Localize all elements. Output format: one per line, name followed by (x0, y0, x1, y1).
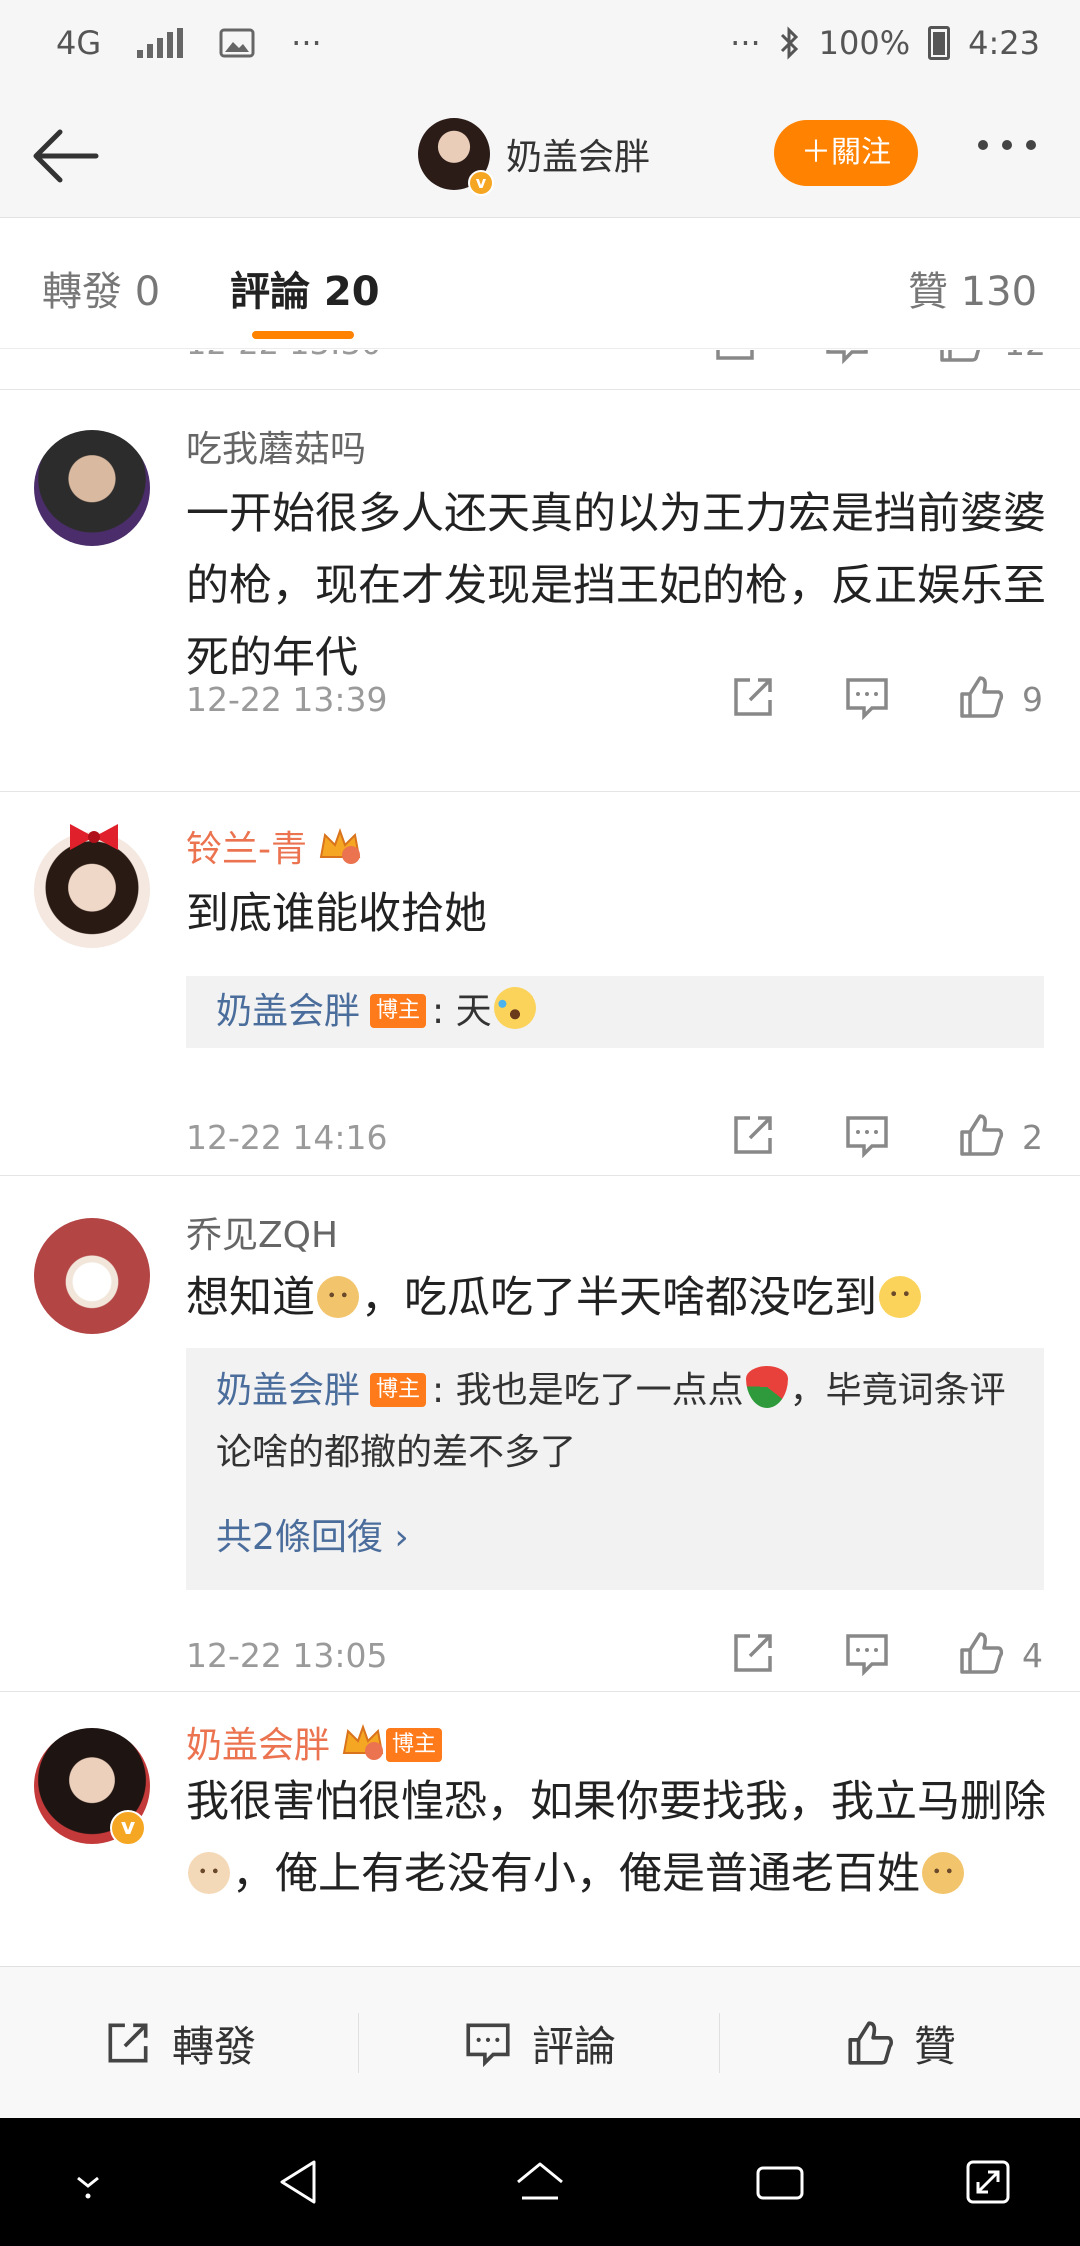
comment-time: 12-22 13:05 (186, 1636, 388, 1675)
comment-time: 12-22 14:16 (186, 1118, 388, 1157)
comment-icon[interactable] (822, 350, 872, 366)
home-icon[interactable] (510, 2152, 570, 2212)
comment-icon[interactable] (842, 672, 892, 722)
back-arrow-icon[interactable] (26, 116, 106, 196)
cat-emoji-icon (188, 1852, 230, 1894)
reply-text: : 天 (432, 991, 492, 1032)
comment-list[interactable]: 12-22 13:30 12 吃我蘑菇吗 一开始很多人还天真的以为王力宏是挡前婆… (0, 350, 1080, 1966)
reply-text: : 我也是吃了一点点 (432, 1370, 744, 1411)
comment-label: 評論 (531, 2021, 616, 2071)
comment-text: 到底谁能收拾她 (186, 889, 487, 939)
red-bow-icon (70, 824, 118, 850)
follow-button[interactable]: ＋關注 (774, 120, 918, 186)
reply-box[interactable]: 奶盖会胖 博主: 天 (186, 976, 1044, 1048)
more-dots: ··· (730, 24, 761, 62)
clock: 4:23 (968, 24, 1040, 62)
like-count: 2 (1022, 1118, 1043, 1157)
network-indicator: 4G (56, 24, 102, 62)
active-tab-indicator (252, 331, 354, 339)
reply-author[interactable]: 奶盖会胖 (216, 1370, 360, 1411)
tab-comments[interactable]: 評論 20 (230, 259, 380, 317)
vip-crown-icon (319, 828, 361, 864)
author-tag: 博主 (370, 1373, 427, 1407)
comment-button[interactable]: 評論 (359, 1967, 719, 2119)
avatar[interactable] (34, 430, 150, 546)
tab-likes[interactable]: 贊 130 (908, 259, 1037, 317)
comment-icon[interactable] (842, 1110, 892, 1160)
repost-button[interactable]: 轉發 (0, 1967, 358, 2119)
like-icon (848, 2021, 893, 2065)
comment-author[interactable]: 奶盖会胖 博主 (186, 1716, 448, 1768)
repost-label: 轉發 (171, 2021, 256, 2071)
more-replies-link[interactable]: 共2條回復 › (216, 1508, 409, 1560)
avatar[interactable] (34, 1218, 150, 1334)
gallery-icon (219, 28, 255, 58)
sad-emoji-icon (879, 1276, 921, 1318)
list-item: 铃兰-青 到底谁能收拾她 奶盖会胖 博主: 天 12-22 14:16 2 (0, 792, 1080, 1176)
comment-author-name[interactable]: 奶盖会胖 (186, 1725, 330, 1766)
share-icon[interactable] (728, 1628, 778, 1678)
comment-text-part: ，吃瓜吃了半天啥都没吃到 (361, 1273, 877, 1323)
post-tabs: 轉發 0 評論 20 贊 130 (0, 219, 1080, 349)
comment-author[interactable]: 乔见ZQH (186, 1206, 338, 1258)
top-nav: v 奶盖会胖 ＋關注 (0, 92, 1080, 218)
bluetooth-icon (780, 26, 798, 60)
like-icon[interactable] (936, 350, 986, 366)
list-item: 12-22 13:30 12 (0, 350, 1080, 390)
list-item: v 奶盖会胖 博主 我很害怕很惶恐，如果你要找我，我立马删除 ，俺上有老没有小，俺是… (0, 1692, 1080, 1966)
hide-keyboard-icon[interactable] (58, 2152, 118, 2212)
comment-time: 12-22 13:30 (186, 350, 381, 362)
tab-repost[interactable]: 轉發 0 (42, 259, 160, 317)
comment-icon (466, 2023, 510, 2068)
author-tag: 博主 (370, 994, 427, 1028)
comment-author[interactable]: 吃我蘑菇吗 (186, 420, 366, 472)
comment-icon[interactable] (842, 1628, 892, 1678)
comment-text-part: ，俺上有老没有小，俺是普通老百姓 (232, 1849, 920, 1899)
like-icon[interactable] (956, 1110, 1006, 1160)
status-bar: 4G ··· ··· 100% 4:23 (0, 0, 1080, 92)
vip-crown-icon (342, 1724, 384, 1760)
share-icon[interactable] (728, 1110, 778, 1160)
bottom-action-bar: 轉發 評論 贊 (0, 1966, 1080, 2118)
comment-text: 一开始很多人还天真的以为王力宏是挡前婆婆的枪，现在才发现是挡王妃的枪，反正娱乐至… (186, 489, 1046, 683)
like-button[interactable]: 贊 (720, 1967, 1080, 2119)
system-nav-bar (0, 2118, 1080, 2246)
list-item: 吃我蘑菇吗 一开始很多人还天真的以为王力宏是挡前婆婆的枪，现在才发现是挡王妃的枪… (0, 390, 1080, 792)
like-count: 4 (1022, 1636, 1043, 1675)
author-tag: 博主 (386, 1728, 443, 1762)
comment-text: 我很害怕很惶恐，如果你要找我，我立马删除 ，俺上有老没有小，俺是普通老百姓 (186, 1766, 1046, 1910)
comment-text-part: 想知道 (186, 1273, 315, 1323)
like-label: 贊 (913, 2021, 956, 2071)
like-count: 12 (1004, 350, 1046, 363)
recent-apps-icon[interactable] (750, 2152, 810, 2212)
back-icon[interactable] (270, 2152, 330, 2212)
verified-badge-icon: v (110, 1810, 146, 1846)
signal-icon (137, 28, 184, 58)
share-icon[interactable] (710, 350, 760, 366)
comment-author[interactable]: 铃兰-青 (186, 820, 363, 872)
more-options-icon[interactable] (978, 140, 1036, 150)
notification-dots: ··· (291, 24, 322, 62)
laugh-cry-emoji-icon (493, 987, 536, 1029)
comment-time: 12-22 13:39 (186, 680, 388, 719)
verified-badge-icon: v (468, 170, 494, 196)
battery-icon (928, 26, 951, 60)
like-icon[interactable] (956, 672, 1006, 722)
doge-emoji-icon (922, 1852, 964, 1894)
watermelon-emoji-icon (745, 1366, 788, 1408)
share-icon (108, 2023, 148, 2063)
comment-author-name[interactable]: 铃兰-青 (186, 829, 307, 870)
battery-percent: 100% (818, 24, 911, 62)
comment-text: 想知道 ，吃瓜吃了半天啥都没吃到 (186, 1262, 1046, 1334)
reply-author[interactable]: 奶盖会胖 (216, 991, 360, 1032)
like-count: 9 (1022, 680, 1043, 719)
doge-emoji-icon (317, 1276, 359, 1318)
like-icon[interactable] (956, 1628, 1006, 1678)
list-item: 乔见ZQH 想知道 ，吃瓜吃了半天啥都没吃到 奶盖会胖 博主: 我也是吃了一点点 ，毕… (0, 1176, 1080, 1692)
reply-box[interactable]: 奶盖会胖 博主: 我也是吃了一点点 ，毕竟词条评论啥的都撤的差不多了 共2條回復 › (186, 1348, 1044, 1590)
author-name[interactable]: 奶盖会胖 (506, 128, 650, 180)
share-icon[interactable] (728, 672, 778, 722)
comment-text-part: 我很害怕很惶恐，如果你要找我，我立马删除 (186, 1777, 1046, 1827)
expand-icon[interactable] (958, 2152, 1018, 2212)
